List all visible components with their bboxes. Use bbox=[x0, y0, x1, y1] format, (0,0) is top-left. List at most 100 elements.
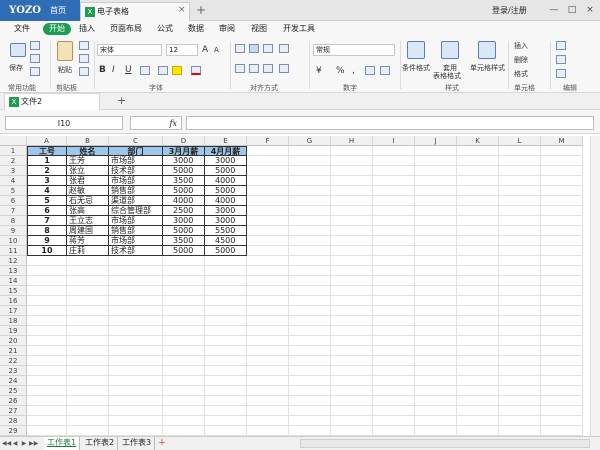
cell-style-button[interactable]: 单元格样式 bbox=[470, 63, 505, 73]
table-cell[interactable]: 综合管理部 bbox=[109, 206, 163, 216]
grid-cell[interactable] bbox=[541, 206, 583, 216]
paste-icon[interactable] bbox=[57, 41, 73, 61]
grid-cell[interactable] bbox=[289, 276, 331, 286]
save-icon[interactable] bbox=[10, 43, 26, 57]
grid-cell[interactable] bbox=[415, 366, 457, 376]
grid-cell[interactable] bbox=[499, 346, 541, 356]
grid-cell[interactable] bbox=[27, 326, 67, 336]
grid-cell[interactable] bbox=[499, 186, 541, 196]
grid-cell[interactable] bbox=[289, 226, 331, 236]
grid-cell[interactable] bbox=[247, 196, 289, 206]
align-top-icon[interactable] bbox=[235, 44, 245, 53]
grid-cell[interactable] bbox=[331, 186, 373, 196]
row-header[interactable]: 13 bbox=[0, 266, 27, 276]
grid-cell[interactable] bbox=[27, 396, 67, 406]
grid-cell[interactable] bbox=[67, 366, 109, 376]
grid-cell[interactable] bbox=[109, 376, 163, 386]
grid-cell[interactable] bbox=[415, 246, 457, 256]
grid-cell[interactable] bbox=[289, 346, 331, 356]
grid-cell[interactable] bbox=[541, 426, 583, 436]
row-header[interactable]: 23 bbox=[0, 366, 27, 376]
grid-cell[interactable] bbox=[27, 416, 67, 426]
grid-cell[interactable] bbox=[67, 256, 109, 266]
table-cell[interactable]: 3000 bbox=[205, 206, 247, 216]
grid-cell[interactable] bbox=[163, 346, 205, 356]
grid-cell[interactable] bbox=[67, 336, 109, 346]
grid-cell[interactable] bbox=[109, 386, 163, 396]
grid-cell[interactable] bbox=[27, 426, 67, 436]
grid-cell[interactable] bbox=[541, 256, 583, 266]
menu-formula[interactable]: 公式 bbox=[157, 21, 173, 37]
grid-cell[interactable] bbox=[289, 386, 331, 396]
paste-button-label[interactable]: 粘贴 bbox=[58, 65, 72, 75]
menu-file[interactable]: 文件 bbox=[14, 21, 30, 37]
grid-cell[interactable] bbox=[331, 246, 373, 256]
increase-decimal-icon[interactable] bbox=[365, 66, 375, 75]
row-header[interactable]: 1 bbox=[0, 146, 27, 156]
grid-cell[interactable] bbox=[27, 286, 67, 296]
grid-cell[interactable] bbox=[331, 376, 373, 386]
grid-cell[interactable] bbox=[415, 196, 457, 206]
grid-cell[interactable] bbox=[373, 196, 415, 206]
grow-font-button[interactable]: A bbox=[202, 45, 208, 55]
column-header[interactable]: E bbox=[205, 136, 247, 146]
grid-cell[interactable] bbox=[541, 146, 583, 156]
save-button-label[interactable]: 保存 bbox=[9, 63, 23, 73]
row-header[interactable]: 20 bbox=[0, 336, 27, 346]
grid-cell[interactable] bbox=[331, 256, 373, 266]
grid-cell[interactable] bbox=[499, 336, 541, 346]
grid-cell[interactable] bbox=[247, 176, 289, 186]
table-cell[interactable]: 蒋芳 bbox=[67, 236, 109, 246]
clear-icon[interactable] bbox=[556, 69, 566, 78]
grid-cell[interactable] bbox=[163, 416, 205, 426]
grid-cell[interactable] bbox=[457, 246, 499, 256]
grid-cell[interactable] bbox=[499, 406, 541, 416]
row-header[interactable]: 16 bbox=[0, 296, 27, 306]
grid-cell[interactable] bbox=[27, 316, 67, 326]
grid-cell[interactable] bbox=[109, 406, 163, 416]
grid-cell[interactable] bbox=[373, 376, 415, 386]
grid-cell[interactable] bbox=[331, 226, 373, 236]
table-cell[interactable]: 5000 bbox=[205, 246, 247, 256]
bold-button[interactable]: B bbox=[99, 65, 106, 75]
align-middle-icon[interactable] bbox=[249, 44, 259, 53]
row-header[interactable]: 7 bbox=[0, 206, 27, 216]
grid-cell[interactable] bbox=[289, 246, 331, 256]
align-bottom-icon[interactable] bbox=[263, 44, 273, 53]
menu-review[interactable]: 审阅 bbox=[219, 21, 235, 37]
grid-cell[interactable] bbox=[109, 276, 163, 286]
row-header[interactable]: 18 bbox=[0, 316, 27, 326]
grid-cell[interactable] bbox=[499, 386, 541, 396]
row-header[interactable]: 24 bbox=[0, 376, 27, 386]
grid-cell[interactable] bbox=[415, 256, 457, 266]
grid-cell[interactable] bbox=[205, 306, 247, 316]
grid-cell[interactable] bbox=[373, 176, 415, 186]
row-header[interactable]: 15 bbox=[0, 286, 27, 296]
column-header[interactable]: G bbox=[289, 136, 331, 146]
grid-cell[interactable] bbox=[373, 356, 415, 366]
grid-cell[interactable] bbox=[457, 426, 499, 436]
column-header[interactable]: M bbox=[541, 136, 583, 146]
grid-cell[interactable] bbox=[289, 186, 331, 196]
print-icon[interactable] bbox=[30, 41, 40, 50]
table-cell[interactable]: 7 bbox=[27, 216, 67, 226]
table-cell[interactable]: 技术部 bbox=[109, 166, 163, 176]
grid-cell[interactable] bbox=[109, 396, 163, 406]
grid-cell[interactable] bbox=[289, 416, 331, 426]
grid-cell[interactable] bbox=[247, 296, 289, 306]
table-cell[interactable]: 3500 bbox=[163, 236, 205, 246]
grid-cell[interactable] bbox=[205, 266, 247, 276]
table-cell[interactable]: 4000 bbox=[205, 176, 247, 186]
grid-cell[interactable] bbox=[205, 376, 247, 386]
grid-cell[interactable] bbox=[109, 326, 163, 336]
table-cell[interactable]: 9 bbox=[27, 236, 67, 246]
grid-cell[interactable] bbox=[247, 366, 289, 376]
maximize-button[interactable]: □ bbox=[563, 0, 581, 21]
table-cell[interactable]: 1 bbox=[27, 156, 67, 166]
grid-cell[interactable] bbox=[541, 306, 583, 316]
grid-cell[interactable] bbox=[499, 416, 541, 426]
horizontal-scrollbar[interactable] bbox=[300, 439, 590, 448]
grid-cell[interactable] bbox=[499, 306, 541, 316]
grid-cell[interactable] bbox=[541, 316, 583, 326]
grid-cell[interactable] bbox=[27, 256, 67, 266]
